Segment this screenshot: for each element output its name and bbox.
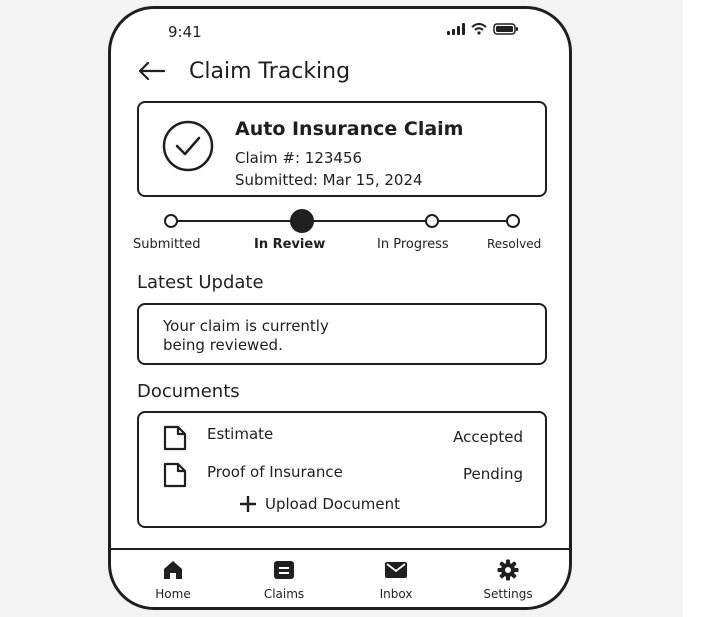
latest-update-heading: Latest Update	[137, 272, 264, 293]
progress-track	[171, 220, 513, 222]
documents-heading: Documents	[137, 381, 240, 402]
upload-document-label: Upload Document	[265, 495, 401, 513]
tab-claims[interactable]: Claims	[239, 559, 329, 601]
documents-card: Estimate Accepted Proof of Insurance Pen…	[137, 411, 547, 528]
step-label-in-review: In Review	[254, 237, 326, 252]
plus-icon	[240, 496, 256, 512]
tab-settings-label: Settings	[483, 587, 533, 601]
claim-summary-card[interactable]: Auto Insurance Claim Claim #: 123456 Sub…	[137, 101, 547, 197]
back-arrow-icon[interactable]	[136, 61, 166, 81]
gear-icon	[497, 559, 519, 581]
step-dot-resolved	[506, 214, 520, 228]
step-label-resolved: Resolved	[487, 237, 542, 251]
claim-number: Claim #: 123456	[235, 149, 363, 167]
tab-claims-label: Claims	[263, 587, 305, 601]
check-circle-icon	[162, 120, 214, 172]
inbox-icon	[385, 562, 407, 578]
latest-update-line-1: Your claim is currently	[163, 317, 329, 335]
phone-frame: 9:41 Claim Tracking Auto Insurance Claim…	[108, 6, 572, 610]
claim-submitted-date: Submitted: Mar 15, 2024	[235, 171, 423, 189]
status-icons	[447, 23, 519, 35]
wifi-icon	[471, 23, 487, 35]
tab-settings[interactable]: Settings	[463, 559, 553, 601]
latest-update-line-2: being reviewed.	[163, 336, 283, 354]
step-label-in-progress: In Progress	[377, 237, 449, 252]
latest-update-card: Your claim is currently being reviewed.	[137, 303, 547, 365]
document-name-proof-of-insurance[interactable]: Proof of Insurance	[207, 463, 343, 481]
upload-document-button[interactable]: Upload Document	[239, 495, 400, 513]
step-dot-submitted	[164, 214, 178, 228]
tab-home[interactable]: Home	[128, 559, 218, 601]
page-title: Claim Tracking	[189, 59, 351, 84]
claim-title: Auto Insurance Claim	[235, 118, 464, 140]
home-icon	[164, 561, 182, 579]
document-status-estimate: Accepted	[453, 428, 523, 446]
document-icon	[163, 462, 187, 488]
latest-update-text: Your claim is currently being reviewed.	[163, 317, 463, 355]
battery-icon	[493, 23, 518, 35]
step-dot-in-progress	[425, 214, 439, 228]
document-icon	[163, 425, 187, 451]
document-name-estimate[interactable]: Estimate	[207, 425, 273, 443]
step-dot-in-review	[290, 209, 314, 233]
tab-bar-divider	[111, 548, 569, 550]
claims-icon	[274, 561, 294, 579]
status-time: 9:41	[168, 23, 202, 41]
tab-home-label: Home	[155, 587, 191, 601]
tab-inbox[interactable]: Inbox	[351, 559, 441, 601]
document-status-proof-of-insurance: Pending	[463, 465, 523, 483]
signal-icon	[447, 23, 465, 35]
step-label-submitted: Submitted	[133, 237, 201, 252]
tab-inbox-label: Inbox	[379, 587, 413, 601]
